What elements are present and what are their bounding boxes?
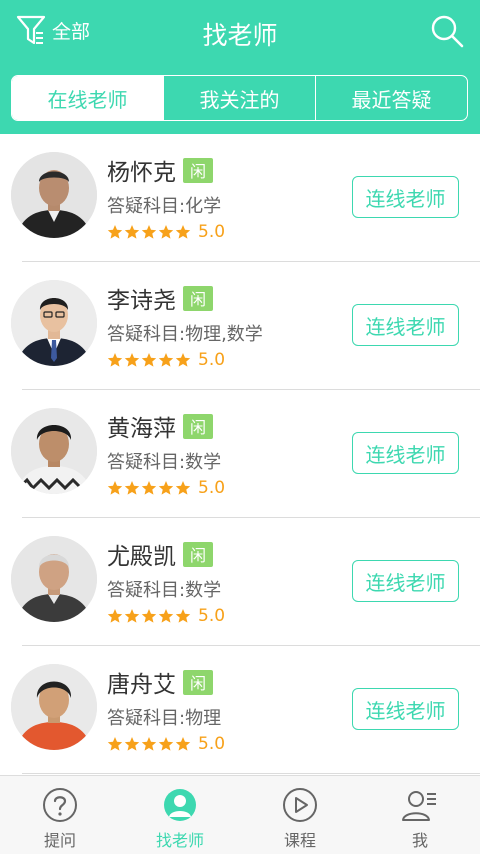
page-title: 找老师 — [202, 21, 278, 50]
nav-find-teacher-label: 找老师 — [155, 831, 204, 850]
rating-value: 5.0 — [198, 606, 226, 626]
star-icon — [124, 737, 140, 751]
status-badge: 闲 — [183, 157, 213, 183]
teacher-avatar[interactable] — [11, 280, 97, 366]
tab-recent-answers[interactable]: 最近答疑 — [315, 76, 467, 120]
star-icon — [107, 737, 123, 751]
teacher-icon — [164, 789, 196, 821]
teacher-row[interactable]: 唐舟艾 闲 答疑科目:物理 5.0 连线老师 — [0, 646, 480, 774]
nav-me-label: 我 — [411, 831, 428, 850]
teacher-subject: 答疑科目:数学 — [107, 580, 222, 601]
nav-courses[interactable]: 课程 — [240, 776, 360, 854]
play-icon — [283, 788, 317, 822]
teacher-row[interactable]: 黄海萍 闲 答疑科目:数学 5.0 连线老师 — [0, 390, 480, 518]
question-icon — [43, 788, 77, 822]
teacher-name: 黄海萍 — [107, 416, 176, 442]
star-icon — [107, 481, 123, 495]
profile-icon — [402, 791, 436, 821]
teacher-list: 杨怀克 闲 答疑科目:化学 5.0 连线老师 李诗尧 闲 答疑科目:物理,数学 … — [0, 134, 480, 774]
teacher-subject: 答疑科目:物理 — [107, 708, 222, 729]
star-icon — [141, 225, 157, 239]
teacher-subject: 答疑科目:物理,数学 — [107, 324, 263, 345]
teacher-row[interactable]: 杨怀克 闲 答疑科目:化学 5.0 连线老师 — [0, 134, 480, 262]
star-rating — [107, 480, 192, 496]
tab-following[interactable]: 我关注的 — [163, 76, 315, 120]
teacher-avatar[interactable] — [11, 152, 97, 238]
search-icon — [431, 15, 464, 48]
search-button[interactable] — [430, 14, 464, 52]
nav-ask-label: 提问 — [43, 831, 76, 850]
app-header: 全部 找老师 在线老师 我关注的 最近答疑 — [0, 0, 480, 134]
teacher-subject: 答疑科目:数学 — [107, 452, 222, 473]
nav-courses-label: 课程 — [283, 831, 316, 850]
connect-teacher-button[interactable]: 连线老师 — [352, 432, 459, 474]
star-icon — [124, 481, 140, 495]
star-icon — [141, 609, 157, 623]
status-badge: 闲 — [183, 413, 213, 439]
nav-ask[interactable]: 提问 — [0, 776, 120, 854]
teacher-row[interactable]: 李诗尧 闲 答疑科目:物理,数学 5.0 连线老师 — [0, 262, 480, 390]
teacher-avatar[interactable] — [11, 536, 97, 622]
connect-teacher-button[interactable]: 连线老师 — [352, 688, 459, 730]
rating-value: 5.0 — [198, 222, 226, 242]
teacher-name: 杨怀克 — [107, 160, 176, 186]
star-icon — [141, 737, 157, 751]
tab-online-teachers[interactable]: 在线老师 — [12, 76, 163, 120]
teacher-name: 李诗尧 — [107, 288, 176, 314]
status-badge: 闲 — [183, 541, 213, 567]
star-icon — [175, 609, 191, 623]
nav-find-teacher[interactable]: 找老师 — [120, 776, 240, 854]
teacher-name: 尤殿凯 — [107, 544, 176, 570]
star-icon — [107, 225, 123, 239]
teacher-row[interactable]: 尤殿凯 闲 答疑科目:数学 5.0 连线老师 — [0, 518, 480, 646]
status-badge: 闲 — [183, 285, 213, 311]
rating-value: 5.0 — [198, 478, 226, 498]
connect-teacher-button[interactable]: 连线老师 — [352, 304, 459, 346]
bottom-nav: 提问 找老师 课程 我 — [0, 775, 480, 854]
star-icon — [124, 225, 140, 239]
rating-value: 5.0 — [198, 350, 226, 370]
star-icon — [158, 481, 174, 495]
star-rating — [107, 736, 192, 752]
star-icon — [158, 353, 174, 367]
connect-teacher-button[interactable]: 连线老师 — [352, 560, 459, 602]
star-icon — [175, 481, 191, 495]
teacher-name: 唐舟艾 — [107, 672, 176, 698]
star-icon — [158, 737, 174, 751]
star-icon — [107, 609, 123, 623]
star-rating — [107, 352, 192, 368]
star-icon — [124, 609, 140, 623]
star-icon — [124, 353, 140, 367]
star-icon — [175, 737, 191, 751]
star-rating — [107, 608, 192, 624]
teacher-avatar[interactable] — [11, 664, 97, 750]
star-rating — [107, 224, 192, 240]
star-icon — [175, 353, 191, 367]
teacher-subject: 答疑科目:化学 — [107, 196, 222, 217]
star-icon — [158, 225, 174, 239]
nav-me[interactable]: 我 — [360, 776, 480, 854]
star-icon — [141, 353, 157, 367]
row-divider — [22, 773, 480, 774]
star-icon — [107, 353, 123, 367]
rating-value: 5.0 — [198, 734, 226, 754]
tab-bar: 在线老师 我关注的 最近答疑 — [11, 75, 468, 121]
status-badge: 闲 — [183, 669, 213, 695]
teacher-avatar[interactable] — [11, 408, 97, 494]
star-icon — [175, 225, 191, 239]
star-icon — [158, 609, 174, 623]
connect-teacher-button[interactable]: 连线老师 — [352, 176, 459, 218]
star-icon — [141, 481, 157, 495]
